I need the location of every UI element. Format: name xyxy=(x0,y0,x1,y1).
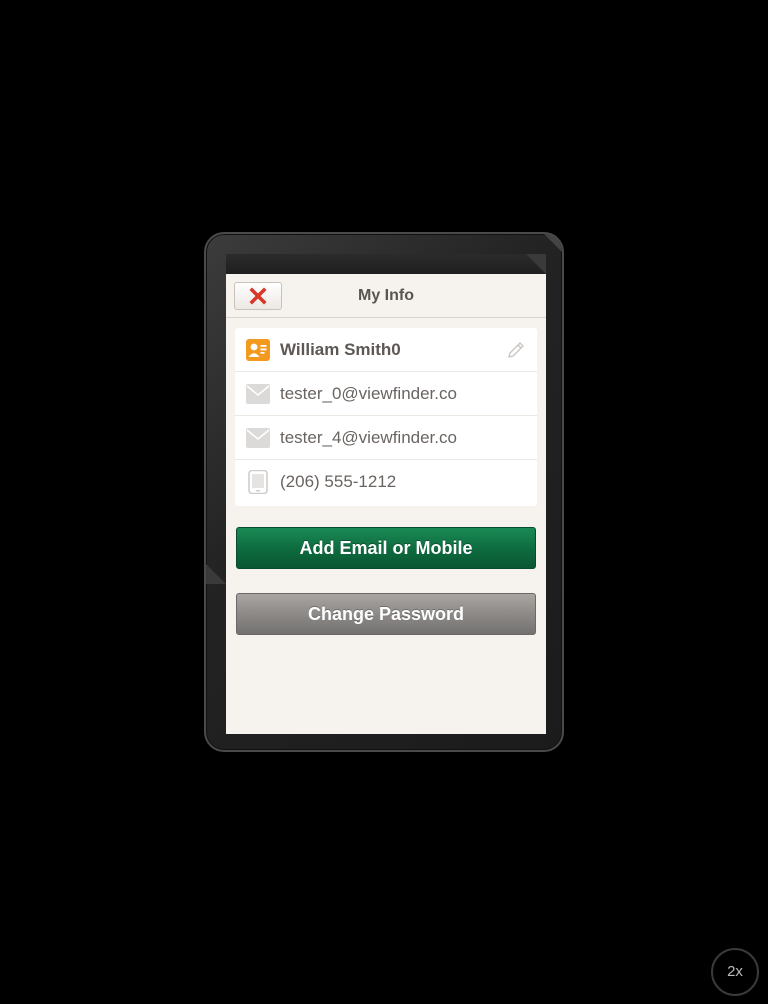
navigation-bar: My Info xyxy=(226,274,546,318)
envelope-icon xyxy=(246,426,270,450)
pencil-icon[interactable] xyxy=(505,339,527,361)
email-row[interactable]: tester_4@viewfinder.co xyxy=(235,416,537,460)
phone-number: (206) 555-1212 xyxy=(280,472,397,491)
envelope-icon xyxy=(246,382,270,406)
zoom-toggle-button[interactable]: 2x xyxy=(711,948,759,996)
add-email-or-mobile-button[interactable]: Add Email or Mobile xyxy=(236,527,536,569)
email-row[interactable]: tester_0@viewfinder.co xyxy=(235,372,537,416)
name-row[interactable]: William Smith0 xyxy=(235,328,537,372)
contact-info-card: William Smith0 tester_0@viewfinder.co te… xyxy=(235,328,537,506)
close-x-icon xyxy=(249,287,267,305)
change-password-button[interactable]: Change Password xyxy=(236,593,536,635)
email-address: tester_0@viewfinder.co xyxy=(280,384,457,403)
phone-icon xyxy=(246,470,270,494)
email-address: tester_4@viewfinder.co xyxy=(280,428,457,447)
status-bar xyxy=(226,254,546,275)
app-screen: My Info William Smith0 tester_0@viewfind… xyxy=(226,254,546,734)
device-frame: My Info William Smith0 tester_0@viewfind… xyxy=(204,232,564,752)
contact-card-icon xyxy=(246,338,270,362)
phone-row[interactable]: (206) 555-1212 xyxy=(235,460,537,504)
contact-name: William Smith0 xyxy=(280,340,401,359)
close-button[interactable] xyxy=(234,282,282,310)
